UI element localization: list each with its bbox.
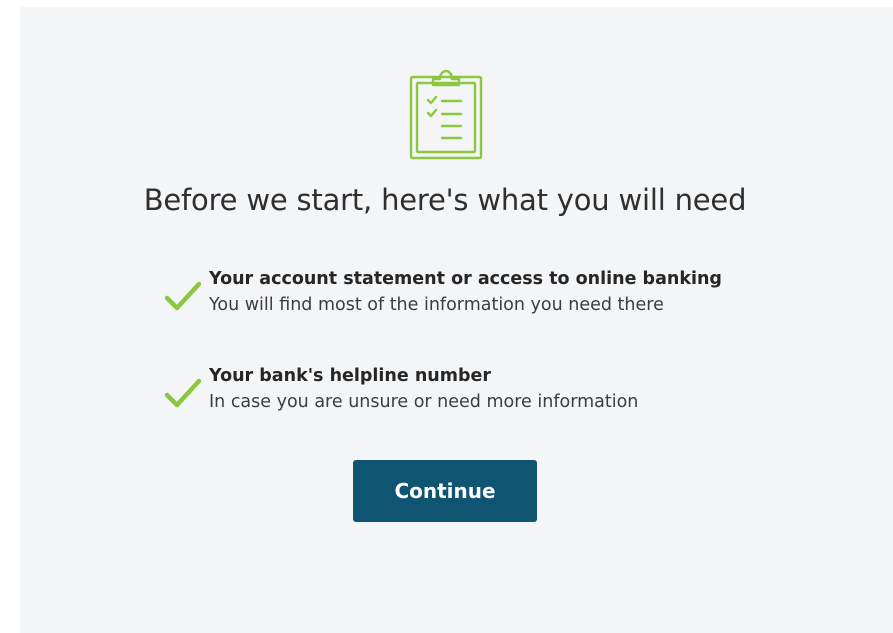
requirement-title: Your account statement or access to onli… [209, 269, 722, 289]
page-title: Before we start, here's what you will ne… [143, 183, 747, 217]
continue-button[interactable]: Continue [353, 460, 537, 522]
clipboard-checklist-icon [409, 68, 483, 160]
requirement-description: You will find most of the information yo… [209, 295, 664, 315]
requirement-description: In case you are unsure or need more info… [209, 392, 639, 412]
requirements-panel: Before we start, here's what you will ne… [20, 7, 893, 633]
checkmark-icon [164, 281, 202, 311]
requirement-title: Your bank's helpline number [209, 366, 492, 386]
checkmark-icon [164, 378, 202, 408]
